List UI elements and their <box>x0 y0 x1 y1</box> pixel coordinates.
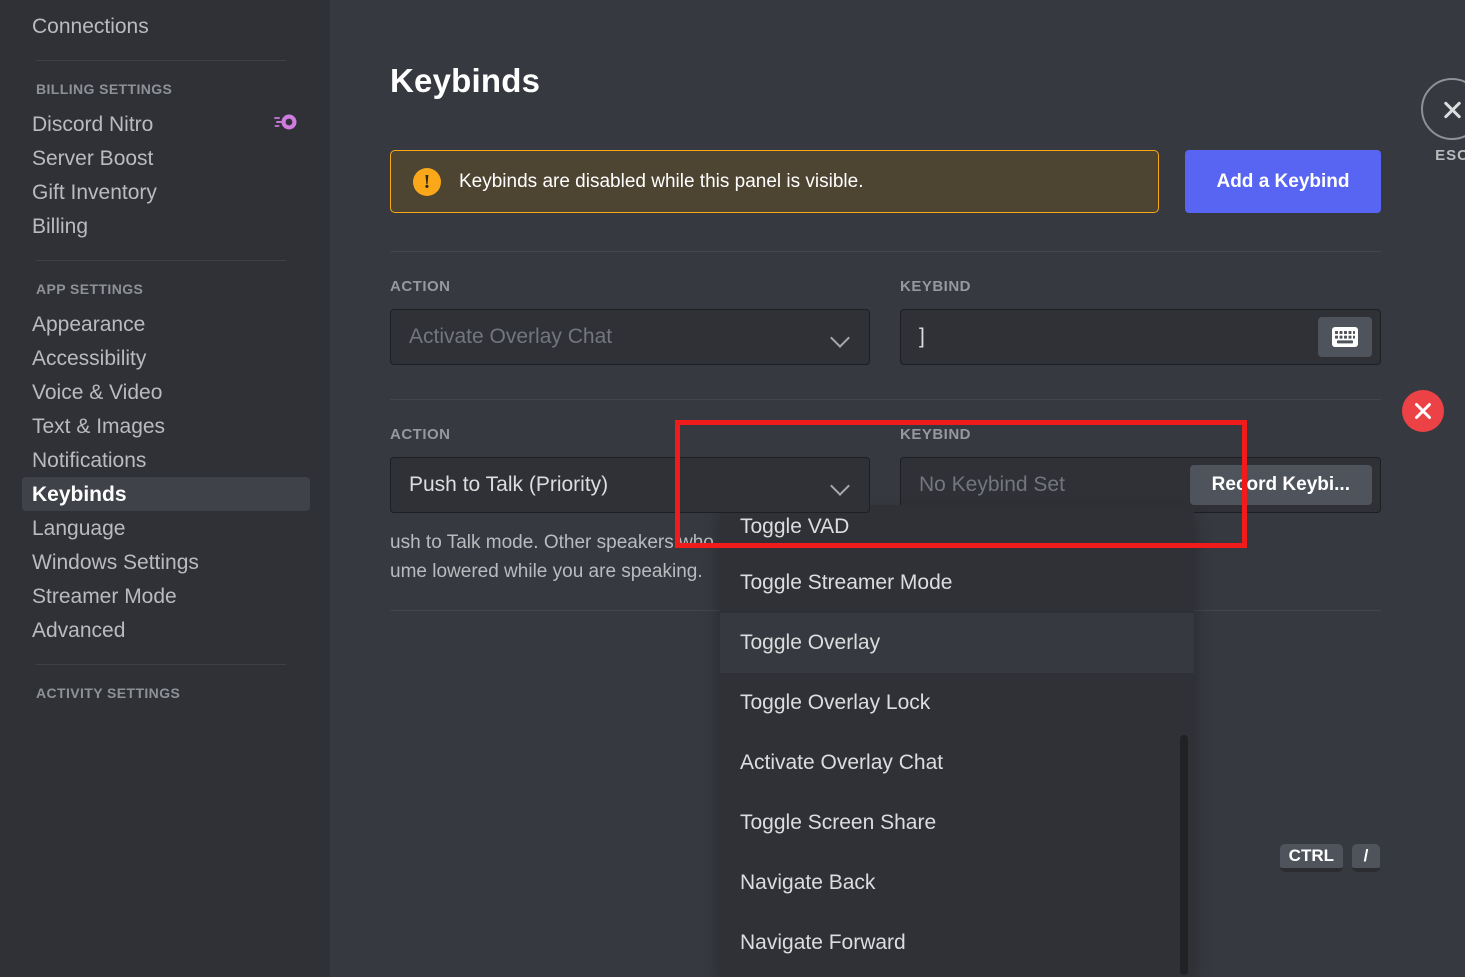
sidebar-item-label: Notifications <box>32 448 147 472</box>
sidebar-item-connections[interactable]: Connections <box>22 9 310 43</box>
sidebar-divider <box>36 260 286 261</box>
sidebar-item-label: Language <box>32 516 126 540</box>
sidebar-section-heading: BILLING SETTINGS <box>36 81 173 97</box>
sidebar-item-label: Discord Nitro <box>32 112 154 136</box>
sidebar-item-advanced[interactable]: Advanced <box>22 613 310 647</box>
keybind-column-label-2: KEYBIND <box>900 426 972 443</box>
dropdown-option-label: Toggle Overlay <box>740 631 881 654</box>
sidebar-item-appearance[interactable]: Appearance <box>22 307 310 341</box>
dropdown-option-label: Toggle VAD <box>740 515 850 538</box>
chevron-down-icon <box>831 327 851 347</box>
close-settings-button[interactable]: ESC <box>1421 78 1465 164</box>
chevron-down-icon <box>831 475 851 495</box>
keybinds-disabled-warning: ! Keybinds are disabled while this panel… <box>390 150 1159 213</box>
keybind-input-row-1[interactable]: ] <box>900 309 1381 365</box>
action-column-label: ACTION <box>390 278 451 295</box>
warning-and-add-row: ! Keybinds are disabled while this panel… <box>390 150 1381 213</box>
sidebar-item-label: Billing <box>32 214 89 238</box>
sidebar-item-label: Gift Inventory <box>32 180 157 204</box>
settings-main-panel: Keybinds ! Keybinds are disabled while t… <box>330 0 1465 977</box>
keybind-row-2-action-column: ACTION Push to Talk (Priority) <box>390 426 900 513</box>
settings-sidebar[interactable]: Connections BILLING SETTINGS Discord Nitro… <box>0 0 330 977</box>
sidebar-nav-list: Connections BILLING SETTINGS Discord Nitro… <box>0 0 330 711</box>
keybind-column-label: KEYBIND <box>900 278 972 295</box>
sidebar-item-label: Advanced <box>32 618 126 642</box>
add-keybind-button[interactable]: Add a Keybind <box>1185 150 1381 213</box>
sidebar-item-label: Keybinds <box>32 482 127 506</box>
action-column-label-2: ACTION <box>390 426 451 443</box>
warning-text: Keybinds are disabled while this panel i… <box>459 170 864 192</box>
dropdown-option-label: Navigate Back <box>740 871 876 894</box>
delete-keybind-button[interactable] <box>1402 390 1444 432</box>
sidebar-item-voice-video[interactable]: Voice & Video <box>22 375 310 409</box>
dropdown-option-label: Navigate Forward <box>740 931 906 954</box>
sidebar-section-heading: APP SETTINGS <box>36 281 144 297</box>
sidebar-item-label: Appearance <box>32 312 146 336</box>
dropdown-option-activate-overlay-chat[interactable]: Activate Overlay Chat <box>720 733 1194 793</box>
page-title: Keybinds <box>390 62 541 99</box>
sidebar-item-label: Voice & Video <box>32 380 163 404</box>
sidebar-item-keybinds[interactable]: Keybinds <box>22 477 310 511</box>
action-select-row-2-value: Push to Talk (Priority) <box>409 473 609 496</box>
sidebar-item-discord-nitro[interactable]: Discord Nitro <box>22 107 310 141</box>
dropdown-option-toggle-overlay-lock[interactable]: Toggle Overlay Lock <box>720 673 1194 733</box>
action-dropdown-menu[interactable]: Toggle VAD Toggle Streamer Mode Toggle Ove… <box>720 505 1194 977</box>
action-select-row-1[interactable]: Activate Overlay Chat <box>390 309 870 365</box>
sidebar-item-streamer-mode[interactable]: Streamer Mode <box>22 579 310 613</box>
sidebar-item-label: Server Boost <box>32 146 154 170</box>
close-x-icon <box>1421 78 1465 140</box>
action-select-row-1-value: Activate Overlay Chat <box>409 325 613 348</box>
keybind-row-2-placeholder: No Keybind Set <box>919 473 1065 496</box>
dropdown-option-label: Toggle Screen Share <box>740 811 937 834</box>
sidebar-section-heading: ACTIVITY SETTINGS <box>36 685 181 701</box>
keybind-row-1-keybind-column: KEYBIND ] <box>900 278 1381 365</box>
keybind-row-2-keybind-column: KEYBIND No Keybind Set Record Keybi... <box>900 426 1381 513</box>
keybind-row-1: ACTION Activate Overlay Chat KEYBIND ] <box>390 278 1381 365</box>
sidebar-item-text-images[interactable]: Text & Images <box>22 409 310 443</box>
esc-label: ESC <box>1435 147 1465 164</box>
dropdown-option-label: Activate Overlay Chat <box>740 751 944 774</box>
dropdown-option-label: Toggle Overlay Lock <box>740 691 931 714</box>
section-divider <box>390 251 1381 252</box>
sidebar-item-billing[interactable]: Billing <box>22 209 310 243</box>
dropdown-option-toggle-overlay[interactable]: Toggle Overlay <box>720 613 1194 673</box>
keybind-row-1-action-column: ACTION Activate Overlay Chat <box>390 278 900 365</box>
sidebar-item-windows-settings[interactable]: Windows Settings <box>22 545 310 579</box>
sidebar-item-label: Connections <box>32 14 149 38</box>
dropdown-option-navigate-back[interactable]: Navigate Back <box>720 853 1194 913</box>
sidebar-item-label: Text & Images <box>32 414 166 438</box>
sidebar-item-server-boost[interactable]: Server Boost <box>22 141 310 175</box>
keyboard-shortcut-hint: CTRL / <box>1279 844 1380 872</box>
dropdown-scrollbar[interactable] <box>1180 735 1188 975</box>
sidebar-divider <box>36 664 286 665</box>
record-keybind-button[interactable]: Record Keybi... <box>1189 465 1372 505</box>
action-dropdown-options: Toggle VAD Toggle Streamer Mode Toggle Ove… <box>720 505 1194 973</box>
sidebar-item-notifications[interactable]: Notifications <box>22 443 310 477</box>
keycap-: / <box>1352 844 1380 872</box>
keybind-row-1-value: ] <box>919 325 925 348</box>
sidebar-item-language[interactable]: Language <box>22 511 310 545</box>
sidebar-item-label: Windows Settings <box>32 550 199 574</box>
keyboard-icon[interactable] <box>1318 317 1372 357</box>
dropdown-option-navigate-forward[interactable]: Navigate Forward <box>720 913 1194 973</box>
sidebar-item-accessibility[interactable]: Accessibility <box>22 341 310 375</box>
sidebar-item-label: Streamer Mode <box>32 584 177 608</box>
dropdown-option-toggle-screen-share[interactable]: Toggle Screen Share <box>720 793 1194 853</box>
action-select-row-2[interactable]: Push to Talk (Priority) <box>390 457 870 513</box>
sidebar-divider <box>36 60 286 61</box>
dropdown-option-label: Toggle Streamer Mode <box>740 571 953 594</box>
sidebar-item-gift-inventory[interactable]: Gift Inventory <box>22 175 310 209</box>
nitro-boost-icon <box>272 112 298 136</box>
discord-user-settings-window: Connections BILLING SETTINGS Discord Nitro… <box>0 0 1465 977</box>
warning-exclamation-icon: ! <box>413 167 441 196</box>
dropdown-option-toggle-streamer-mode[interactable]: Toggle Streamer Mode <box>720 553 1194 613</box>
sidebar-item-label: Accessibility <box>32 346 147 370</box>
keycap-ctrl: CTRL <box>1279 844 1343 872</box>
row-divider-1 <box>390 399 1381 400</box>
